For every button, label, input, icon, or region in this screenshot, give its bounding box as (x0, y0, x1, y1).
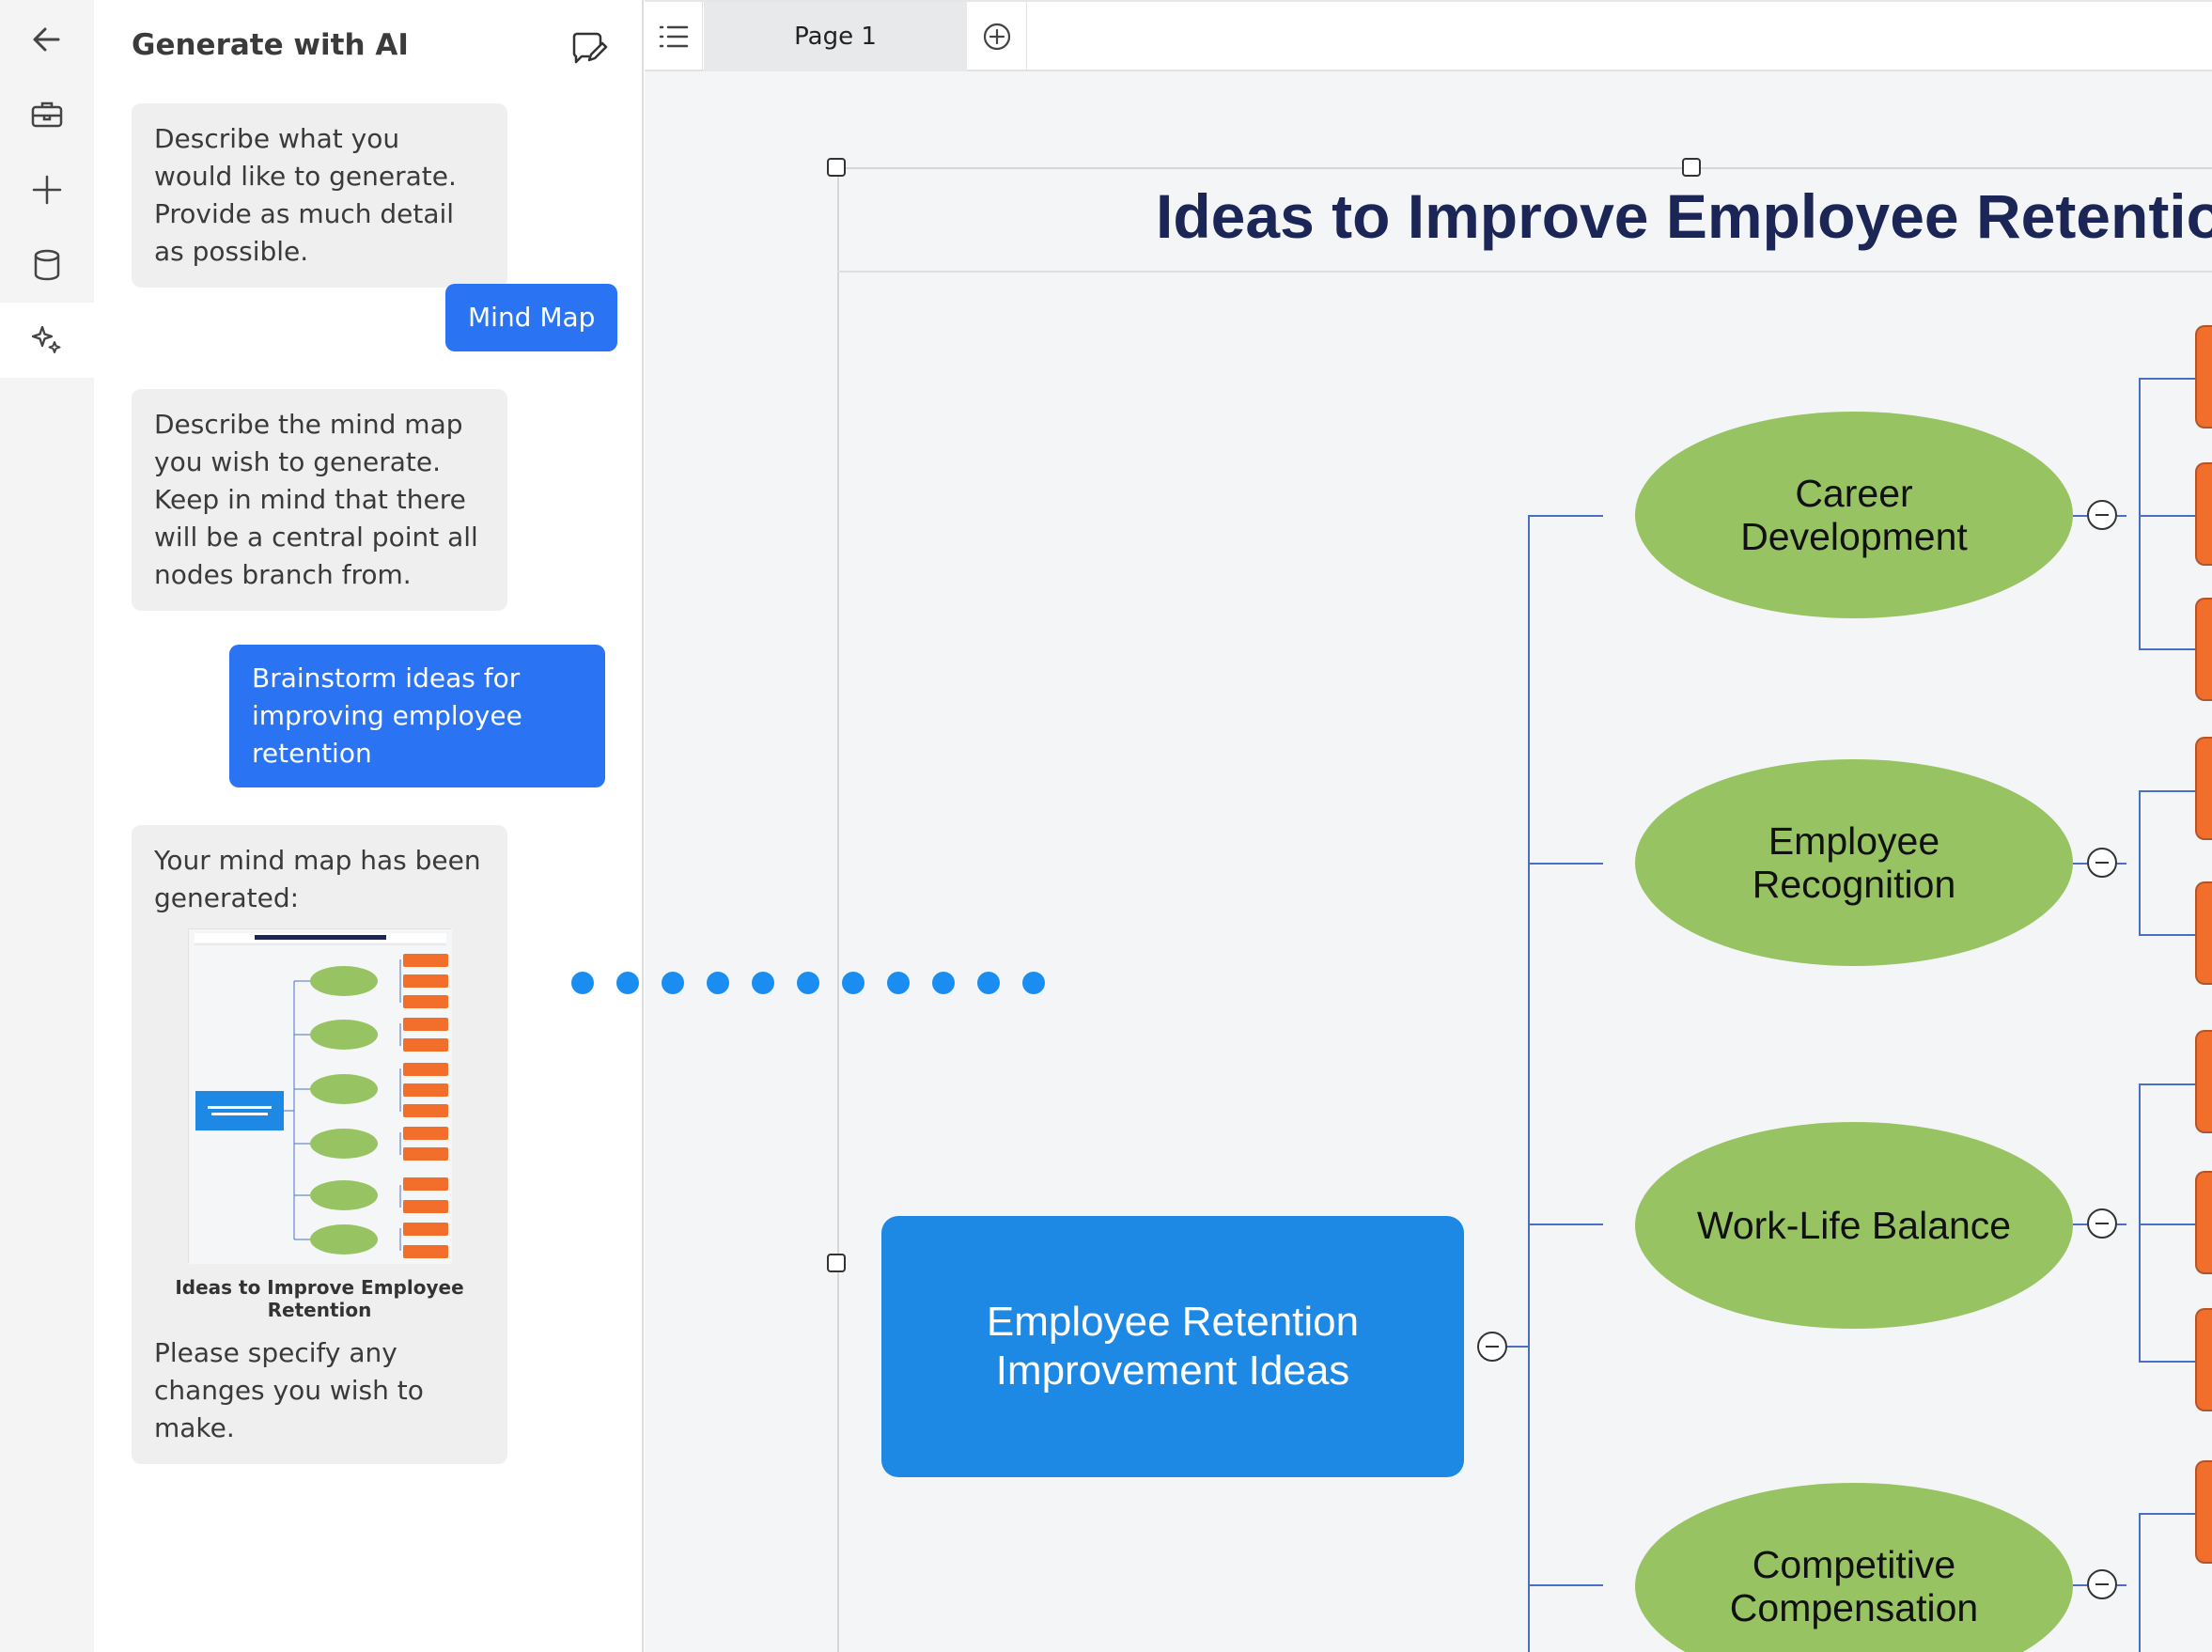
connector-line (1528, 863, 1603, 865)
mindmap-thumbnail[interactable] (188, 928, 452, 1264)
message-text: Your mind map has been generated: (154, 845, 481, 913)
leaf-node[interactable] (2195, 1308, 2212, 1411)
loading-dot (887, 972, 910, 994)
central-node[interactable]: Employee Retention Improvement Ideas (881, 1216, 1464, 1477)
leaf-node[interactable] (2195, 325, 2212, 429)
connector-line (1528, 515, 1603, 517)
ai-panel: Generate with AI Describe what you would… (94, 0, 644, 1652)
page-tab-bar: Page 1 (645, 0, 2212, 71)
add-circle-icon (983, 23, 1010, 51)
connector-line (2073, 515, 2087, 517)
loading-dot (707, 972, 729, 994)
list-icon (659, 25, 688, 48)
back-arrow-icon (33, 27, 60, 52)
loading-dot (977, 972, 1000, 994)
connector-line (2073, 863, 2087, 865)
ai-message: Describe what you would like to generate… (132, 103, 507, 288)
database-icon (34, 249, 60, 281)
loading-dot (662, 972, 684, 994)
connector-line (2139, 1223, 2199, 1225)
connector-line (2139, 378, 2141, 650)
connector-line (2139, 934, 2199, 936)
connector-line (1528, 1223, 1603, 1225)
user-message: Mind Map (445, 284, 618, 351)
loading-dot (1022, 972, 1045, 994)
connector-line (1528, 515, 1530, 1652)
connector-line (2117, 863, 2126, 865)
loading-dot (752, 972, 774, 994)
topic-node[interactable]: Competitive Compensation (1635, 1483, 2073, 1652)
collapse-toggle[interactable] (2087, 500, 2117, 530)
ai-message: Describe the mind map you wish to genera… (132, 389, 507, 611)
resize-handle[interactable] (827, 1254, 846, 1272)
left-rail (0, 0, 94, 1652)
frame-border (837, 167, 2212, 169)
connector-line (2117, 1584, 2126, 1586)
topic-node[interactable]: Work-Life Balance (1635, 1122, 2073, 1329)
mindmap-title[interactable]: Ideas to Improve Employee Retention (1156, 180, 2212, 252)
back-button[interactable] (0, 2, 94, 77)
collapse-toggle[interactable] (2087, 1208, 2117, 1239)
connector-line (2139, 790, 2199, 792)
message-text: Brainstorm ideas for improving employee … (252, 662, 522, 769)
connector-line (2139, 1513, 2141, 1652)
connector-line (1528, 1584, 1603, 1586)
edit-chat-icon (572, 32, 608, 64)
generate-ai-button[interactable] (0, 303, 94, 378)
topic-node[interactable]: Employee Recognition (1635, 759, 2073, 966)
new-chat-button[interactable] (569, 28, 608, 68)
connector-line (2139, 515, 2199, 517)
leaf-node[interactable] (2195, 1460, 2212, 1564)
message-text: Describe the mind map you wish to genera… (154, 409, 478, 590)
message-text: Please specify any changes you wish to m… (154, 1337, 424, 1443)
connector-line (2139, 1361, 2199, 1363)
leaf-node[interactable] (2195, 1030, 2212, 1133)
panel-title: Generate with AI (132, 28, 409, 62)
leaf-node[interactable] (2195, 881, 2212, 985)
thumbnail-caption: Ideas to Improve Employee Retention (175, 1276, 464, 1321)
leaf-node[interactable] (2195, 462, 2212, 566)
resize-handle[interactable] (1682, 158, 1701, 177)
message-text: Describe what you would like to generate… (154, 123, 457, 267)
briefcase-icon (31, 101, 63, 128)
loading-dot (616, 972, 639, 994)
connector-line (2117, 515, 2126, 517)
loading-dot (842, 972, 865, 994)
user-message: Brainstorm ideas for improving employee … (229, 645, 605, 787)
add-button[interactable] (0, 152, 94, 227)
connector-line (2139, 1513, 2199, 1515)
message-text: Mind Map (468, 302, 596, 333)
collapse-toggle[interactable] (1477, 1332, 1507, 1362)
frame-divider (837, 271, 2212, 273)
loading-dot (571, 972, 594, 994)
toolbox-button[interactable] (0, 77, 94, 152)
diagram-canvas[interactable]: Ideas to Improve Employee Retention Empl… (645, 71, 2212, 1652)
connector-line (2073, 1584, 2087, 1586)
mindmap-preview-image (189, 929, 452, 1264)
frame-border (837, 167, 839, 1652)
connector-line (2117, 1223, 2126, 1225)
add-page-button[interactable] (967, 2, 1027, 71)
tab-page-1[interactable]: Page 1 (704, 2, 967, 71)
loading-dot (932, 972, 955, 994)
collapse-toggle[interactable] (2087, 1569, 2117, 1599)
connector-line (2139, 378, 2199, 380)
page-list-button[interactable] (645, 2, 703, 71)
data-button[interactable] (0, 227, 94, 303)
connector-line (2139, 1083, 2199, 1085)
collapse-toggle[interactable] (2087, 848, 2117, 878)
leaf-node[interactable] (2195, 737, 2212, 840)
ai-sparkle-icon (31, 325, 61, 353)
loading-dot (797, 972, 819, 994)
connector-line (2139, 790, 2141, 936)
leaf-node[interactable] (2195, 1171, 2212, 1274)
connector-line (2073, 1223, 2087, 1225)
leaf-node[interactable] (2195, 598, 2212, 701)
ai-message: Your mind map has been generated: Ideas … (132, 825, 507, 1464)
topic-node[interactable]: Career Development (1635, 412, 2073, 618)
connector-line (2139, 648, 2199, 650)
resize-handle[interactable] (827, 158, 846, 177)
plus-icon (32, 175, 62, 205)
